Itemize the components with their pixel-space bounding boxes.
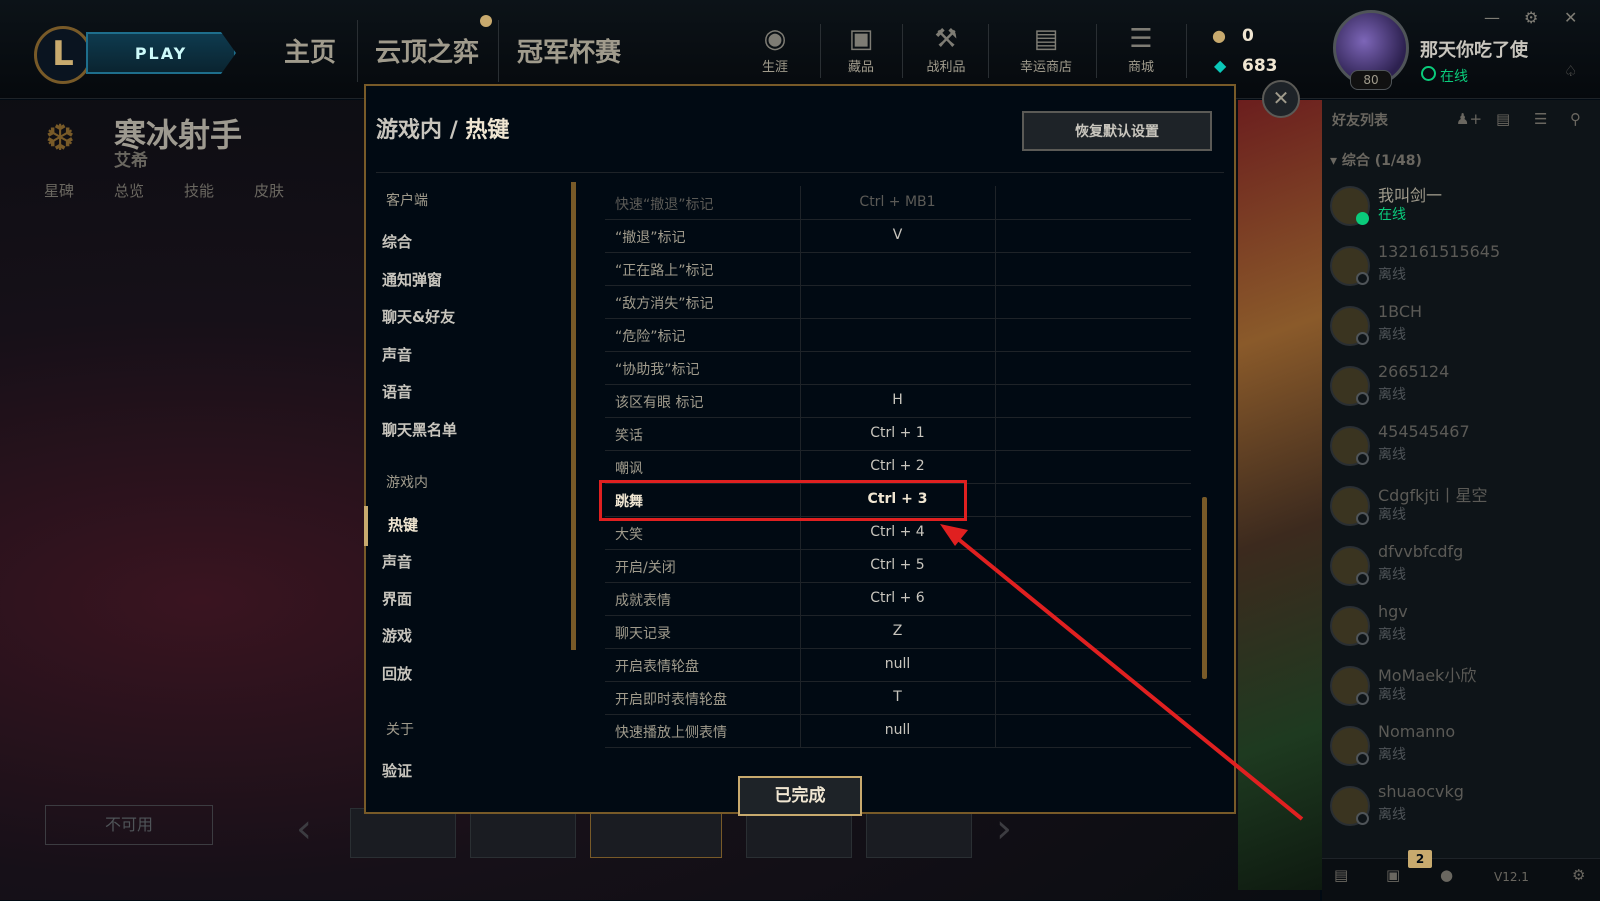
annotation-arrow xyxy=(940,524,1304,821)
arrow-line xyxy=(950,532,1304,821)
